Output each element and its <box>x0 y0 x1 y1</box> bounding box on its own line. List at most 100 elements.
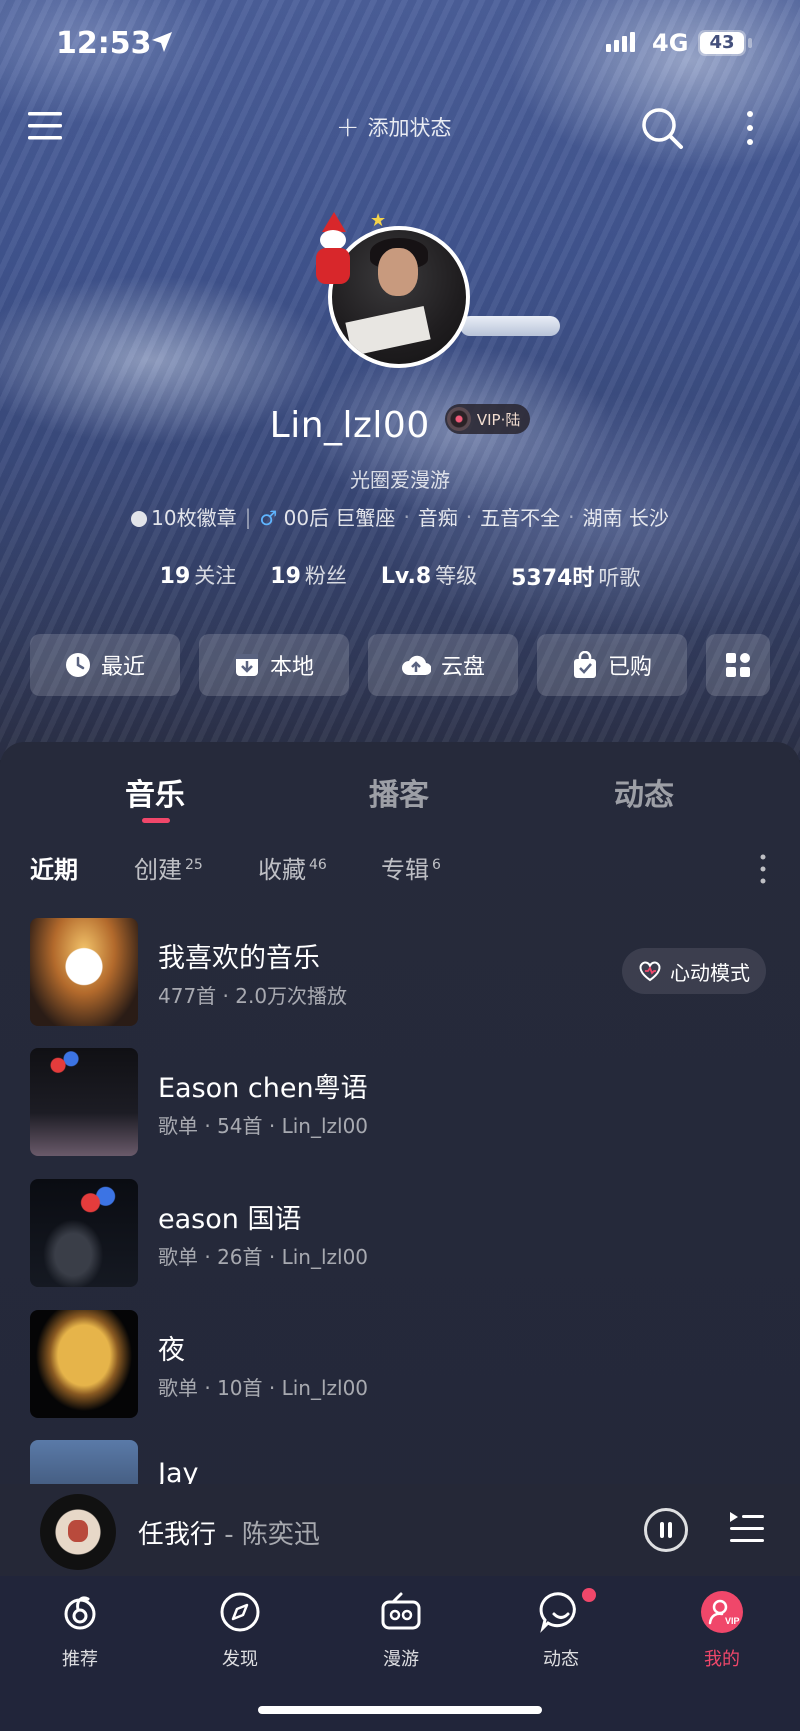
local-label: 本地 <box>269 655 314 680</box>
mini-player[interactable]: 任我行 - 陈奕迅 <box>0 1484 800 1576</box>
playlist-title: 我喜欢的音乐 <box>158 943 320 974</box>
heart-mode-label: 心动模式 <box>670 960 750 985</box>
nav-recommend[interactable]: 推荐 <box>30 1590 130 1671</box>
badge-icon <box>131 511 148 527</box>
tab-podcast[interactable]: 播客 <box>369 770 429 814</box>
cloud-label: 云盘 <box>440 655 485 680</box>
stat-listening-time[interactable]: 5374时 听歌 <box>511 560 640 592</box>
airplane-decoration <box>460 316 560 336</box>
nav-mine[interactable]: VIP 我的 <box>672 1590 772 1671</box>
vip-label: VIP·陆 <box>476 410 521 429</box>
playlist-title: Eason chen粤语 <box>158 1073 368 1104</box>
tab-moments[interactable]: 动态 <box>614 770 674 814</box>
playlist-queue-icon[interactable] <box>728 1510 766 1546</box>
dot-separator: · <box>465 504 473 529</box>
more-options-icon[interactable] <box>738 108 762 152</box>
vinyl-disc-icon <box>446 407 471 431</box>
playlist-cover <box>30 1179 138 1287</box>
status-bar: 12:53 4G 43 <box>0 20 800 70</box>
avatar-paper <box>345 306 431 356</box>
battery-cap <box>748 38 752 48</box>
location-arrow-icon <box>152 32 172 52</box>
recent-button[interactable]: 最近 <box>30 634 180 696</box>
playlist-title: eason 国语 <box>158 1204 302 1235</box>
cloud-button[interactable]: 云盘 <box>368 634 518 696</box>
tag-location: 湖南 长沙 <box>582 506 669 530</box>
playlist-subtitle: 歌单 · 26首 · Lin_lzl00 <box>158 1245 369 1269</box>
playlist-item[interactable]: eason 国语 歌单 · 26首 · Lin_lzl00 <box>0 1179 800 1289</box>
menu-icon[interactable] <box>28 110 64 142</box>
playlist-cover <box>30 918 138 1026</box>
subtab-collected[interactable]: 收藏 46 <box>258 850 327 885</box>
network-type: 4G <box>652 29 689 57</box>
playlist-item[interactable]: Jay <box>0 1440 800 1484</box>
clock-icon <box>65 653 90 677</box>
plus-icon: + <box>336 110 360 143</box>
subtab-created[interactable]: 创建 25 <box>134 850 203 885</box>
purchased-button[interactable]: 已购 <box>537 634 687 696</box>
battery-level: 43 <box>700 32 744 54</box>
playlist-title: 夜 <box>158 1335 185 1366</box>
stat-following[interactable]: 19 关注 <box>160 560 237 592</box>
song-title: 任我行 <box>138 1520 217 1550</box>
nav-moments-label: 动态 <box>543 1649 579 1670</box>
username: Lin_lzl00 <box>269 405 430 446</box>
nav-roam[interactable]: 漫游 <box>351 1590 451 1671</box>
compass-icon <box>220 1592 260 1632</box>
nav-moments[interactable]: 动态 <box>511 1590 611 1671</box>
heart-mode-button[interactable]: 心动模式 <box>622 948 766 994</box>
tag-age: ♂ 00后 巨蟹座 <box>259 506 396 530</box>
divider: | <box>244 504 252 529</box>
local-button[interactable]: 本地 <box>199 634 349 696</box>
tab-music[interactable]: 音乐 <box>125 770 185 814</box>
tag-1: 音痴 <box>417 506 458 530</box>
cloud-upload-icon <box>401 655 431 676</box>
add-status-button[interactable]: + 添加状态 <box>336 112 451 142</box>
search-icon[interactable] <box>640 106 684 150</box>
more-apps-button[interactable] <box>706 634 770 696</box>
pause-button[interactable] <box>644 1508 688 1552</box>
playlist-cover <box>30 1440 138 1484</box>
username-row: Lin_lzl00 VIP·陆 <box>0 404 800 446</box>
vip-badge[interactable]: VIP·陆 <box>444 404 531 434</box>
svg-text:VIP: VIP <box>725 1616 740 1626</box>
nav-discover[interactable]: 发现 <box>190 1590 290 1671</box>
heart-icon <box>639 961 661 982</box>
playlist-cover <box>30 1310 138 1418</box>
subtab-album[interactable]: 专辑 6 <box>381 850 441 885</box>
badges-count: 10枚徽章 <box>151 506 237 530</box>
male-icon: ♂ <box>259 506 278 530</box>
nav-mine-label: 我的 <box>704 1649 740 1670</box>
home-indicator <box>258 1706 542 1714</box>
download-box-icon <box>235 654 258 676</box>
radio-icon <box>381 1592 421 1630</box>
chat-bubble-icon <box>539 1592 576 1633</box>
nav-discover-label: 发现 <box>222 1649 258 1670</box>
album-disc <box>40 1494 116 1570</box>
sub-tabs: 近期 创建 25 收藏 46 专辑 6 <box>0 850 800 890</box>
playlist-subtitle: 歌单 · 10首 · Lin_lzl00 <box>158 1376 369 1400</box>
more-options-icon[interactable] <box>756 852 770 886</box>
playlist-item[interactable]: Eason chen粤语 歌单 · 54首 · Lin_lzl00 <box>0 1048 800 1158</box>
now-playing: 任我行 - 陈奕迅 <box>138 1514 320 1551</box>
battery-icon: 43 <box>698 30 746 56</box>
playlist-cover <box>30 1048 138 1156</box>
recent-label: 最近 <box>100 655 145 680</box>
playlist-item[interactable]: 我喜欢的音乐 477首 · 2.0万次播放 心动模式 <box>0 918 800 1028</box>
playlist-subtitle: 歌单 · 54首 · Lin_lzl00 <box>158 1114 369 1138</box>
profile-tags: 10枚徽章 | ♂ 00后 巨蟹座 · 音痴 · 五音不全 · 湖南 长沙 <box>0 502 800 531</box>
add-status-label: 添加状态 <box>367 116 452 140</box>
stat-level[interactable]: Lv.8 等级 <box>381 560 477 592</box>
playlist-title: Jay <box>158 1458 199 1484</box>
active-tab-indicator <box>142 818 170 823</box>
badges-link[interactable]: 10枚徽章 <box>131 502 237 531</box>
nav-roam-label: 漫游 <box>383 1649 419 1670</box>
stat-followers[interactable]: 19 粉丝 <box>270 560 347 592</box>
tag-2: 五音不全 <box>480 506 561 530</box>
grid-icon <box>726 653 750 677</box>
subtab-recent[interactable]: 近期 <box>30 850 78 885</box>
dot-separator: · <box>403 504 410 529</box>
dot-separator: · <box>568 504 575 529</box>
playlist-item[interactable]: 夜 歌单 · 10首 · Lin_lzl00 <box>0 1310 800 1420</box>
avatar-face <box>378 248 418 296</box>
